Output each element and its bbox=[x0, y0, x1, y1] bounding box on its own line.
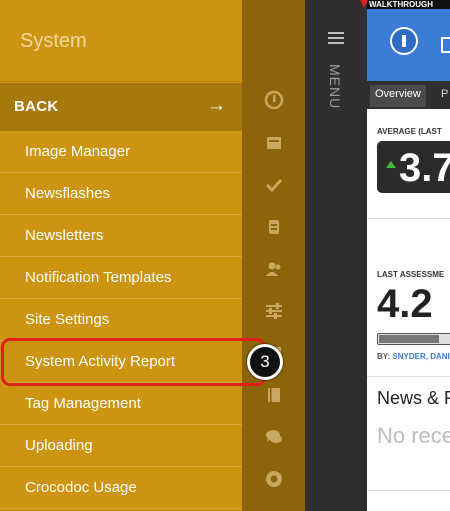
sliders-icon[interactable] bbox=[264, 301, 284, 321]
assessed-by: BY: SNYDER, DANI bbox=[377, 352, 450, 361]
divider bbox=[367, 218, 450, 219]
arrow-right-icon: → bbox=[207, 95, 226, 116]
lifebuoy-icon[interactable] bbox=[264, 469, 284, 489]
menu-toggle-column[interactable]: MENU bbox=[305, 0, 367, 511]
menu-item-label: Crocodoc Usage bbox=[25, 479, 137, 496]
menu-header: System bbox=[0, 0, 242, 82]
inbox-icon[interactable] bbox=[264, 133, 284, 153]
back-button[interactable]: BACK → bbox=[0, 83, 242, 131]
divider bbox=[367, 376, 450, 377]
by-prefix: BY: bbox=[377, 352, 391, 361]
trend-up-icon bbox=[386, 161, 396, 168]
menu-item-label: Newsletters bbox=[25, 227, 104, 244]
progress-fill bbox=[379, 335, 439, 343]
chat-icon[interactable] bbox=[264, 427, 284, 447]
hamburger-icon[interactable] bbox=[328, 32, 344, 44]
dashboard-icon[interactable] bbox=[390, 27, 418, 55]
menu-item-tag-management[interactable]: Tag Management bbox=[0, 383, 242, 425]
dashboard-icon[interactable] bbox=[264, 90, 284, 110]
icon-rail bbox=[242, 0, 305, 511]
assessor-name[interactable]: SNYDER, DANI bbox=[392, 352, 449, 361]
last-assessment-value: 4.2 bbox=[377, 282, 433, 326]
walkthrough-label: WALKTHROUGH bbox=[367, 0, 450, 9]
briefcase-icon[interactable] bbox=[264, 217, 284, 237]
back-label: BACK bbox=[14, 98, 59, 115]
menu-item-site-settings[interactable]: Site Settings bbox=[0, 299, 242, 341]
average-score-value: 3.7 bbox=[399, 146, 450, 190]
highlight-callout bbox=[1, 338, 266, 386]
menu-item-newsletters[interactable]: Newsletters bbox=[0, 215, 242, 257]
last-assessment-label: LAST ASSESSME bbox=[377, 270, 445, 279]
tab-second[interactable]: P bbox=[441, 88, 448, 100]
news-title: News & R bbox=[377, 388, 450, 408]
divider bbox=[367, 490, 450, 491]
users-icon[interactable] bbox=[264, 259, 284, 279]
average-score-box: 3.7 bbox=[377, 141, 450, 193]
tab-overview[interactable]: Overview bbox=[370, 85, 426, 107]
menu-item-label: Image Manager bbox=[25, 143, 131, 160]
system-menu-panel: System BACK → Image Manager Newsflashes … bbox=[0, 0, 242, 511]
check-icon[interactable] bbox=[264, 175, 284, 195]
book-icon[interactable] bbox=[264, 385, 284, 405]
news-empty-message: No rece bbox=[377, 423, 450, 448]
menu-item-newsflashes[interactable]: Newsflashes bbox=[0, 173, 242, 215]
menu-item-label: Uploading bbox=[25, 437, 93, 454]
menu-item-label: Tag Management bbox=[25, 395, 141, 412]
assessment-progress-bar bbox=[377, 333, 450, 345]
dashboard-tabs: Overview P bbox=[367, 81, 450, 109]
dashboard-topbar bbox=[367, 9, 450, 81]
dashboard-content: WALKTHROUGH Overview P AVERAGE (LAST 3.7… bbox=[367, 0, 450, 511]
menu-vertical-label: MENU bbox=[327, 64, 343, 110]
menu-item-uploading[interactable]: Uploading bbox=[0, 425, 242, 467]
menu-item-label: Site Settings bbox=[25, 311, 110, 328]
walkthrough-marker-icon bbox=[360, 0, 368, 8]
menu-title: System bbox=[20, 30, 87, 52]
menu-item-label: Notification Templates bbox=[25, 269, 172, 286]
average-label: AVERAGE (LAST bbox=[377, 127, 442, 136]
menu-item-label: Newsflashes bbox=[25, 185, 111, 202]
step-badge: 3 bbox=[247, 344, 283, 380]
menu-item-image-manager[interactable]: Image Manager bbox=[0, 131, 242, 173]
menu-item-notification-templates[interactable]: Notification Templates bbox=[0, 257, 242, 299]
document-icon[interactable] bbox=[441, 37, 450, 53]
menu-item-crocodoc-usage[interactable]: Crocodoc Usage bbox=[0, 467, 242, 509]
